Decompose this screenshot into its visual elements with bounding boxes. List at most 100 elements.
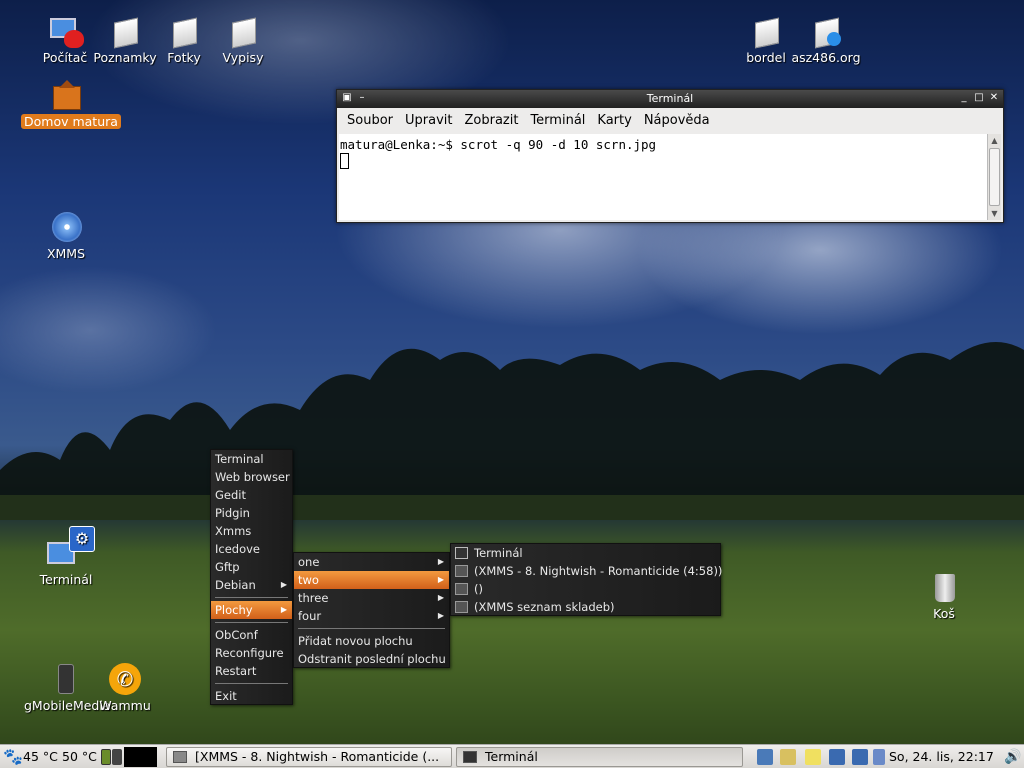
desktop-one[interactable]: one ▶ (294, 553, 449, 571)
update-icon[interactable] (757, 749, 773, 765)
terminal-titlebar[interactable]: ▣ – Terminál _ □ ✕ (337, 90, 1003, 108)
taskbar: 🐾 45 °C 50 °C [XMMS - 8. Nightwish - Rom… (0, 744, 1024, 768)
xmms-window-icon (173, 751, 187, 763)
gpu-temperature: 50 °C (62, 749, 97, 764)
root-menu: Terminal Web browser Gedit Pidgin Xmms I… (210, 449, 293, 705)
menu-item-terminal[interactable]: Terminal (211, 450, 292, 468)
task-label: Terminál (485, 749, 538, 764)
phone-icon (49, 662, 83, 696)
prompt-line: matura@Lenka:~$ scrot -q 90 -d 10 scrn.j… (340, 137, 657, 152)
menu-item-exit[interactable]: Exit (211, 687, 292, 705)
menu-item-label: Terminál (474, 546, 523, 560)
cpu-monitor-graph[interactable] (124, 747, 157, 767)
menu-item-pidgin[interactable]: Pidgin (211, 504, 292, 522)
menu-item-label: Plochy (215, 603, 253, 617)
desktop-icon-wammu[interactable]: ✆ Wammu (80, 662, 170, 713)
terminal-window[interactable]: ▣ – Terminál _ □ ✕ Soubor Upravit Zobraz… (336, 89, 1004, 223)
window-item-terminal[interactable]: Terminál (451, 544, 720, 562)
minimize-icon[interactable]: _ (957, 91, 971, 105)
add-desktop-item[interactable]: Přidat novou plochu (294, 632, 449, 650)
volume-icon[interactable]: 🔊 (1004, 745, 1021, 768)
menu-item-reconfigure[interactable]: Reconfigure (211, 644, 292, 662)
home-folder-icon (49, 78, 83, 112)
desktop-icon-asz[interactable]: asz486.org (781, 14, 871, 65)
desktop-icon-domov[interactable]: Domov matura (21, 78, 121, 129)
folder-icon (749, 14, 783, 49)
menu-item-obconf[interactable]: ObConf (211, 626, 292, 644)
desktop-icon-trash[interactable]: Koš (899, 570, 989, 621)
terminal-output[interactable]: matura@Lenka:~$ scrot -q 90 -d 10 scrn.j… (339, 134, 987, 220)
menu-separator (211, 619, 292, 626)
system-monitor-graph[interactable] (112, 749, 122, 765)
desktop-icon-vypisy[interactable]: Vypisy (198, 14, 288, 65)
close-icon[interactable]: ✕ (987, 91, 1001, 105)
scroll-thumb[interactable] (989, 148, 1000, 206)
web-folder-icon (809, 14, 843, 49)
desktop-two[interactable]: two ▶ (294, 571, 449, 589)
maximize-icon[interactable]: □ (972, 91, 986, 105)
menu-terminal[interactable]: Terminál (524, 113, 591, 128)
window-item-xmms[interactable]: (XMMS - 8. Nightwish - Romanticide (4:58… (451, 562, 723, 580)
window-item-empty[interactable]: () (451, 580, 720, 598)
menu-item-plochy[interactable]: Plochy ▶ (211, 601, 292, 619)
menu-upravit[interactable]: Upravit (399, 113, 458, 128)
folder-icon (108, 14, 142, 49)
menu-item-label: two (298, 573, 319, 587)
battery-icon[interactable] (101, 749, 111, 765)
menu-item-gftp[interactable]: Gftp (211, 558, 292, 576)
menu-separator (294, 625, 449, 632)
menu-item-label: one (298, 555, 320, 569)
submenu-arrow-icon: ▶ (280, 605, 287, 614)
menu-item-label: () (474, 582, 483, 596)
network-icon-2[interactable] (852, 749, 868, 765)
terminal-icon (455, 547, 468, 559)
terminal-scrollbar[interactable]: ▲ ▼ (987, 134, 1001, 220)
menu-item-xmms[interactable]: Xmms (211, 522, 292, 540)
menu-item-label: four (298, 609, 322, 623)
wammu-phone-icon: ✆ (108, 662, 142, 696)
terminal-icon (463, 751, 477, 763)
menu-item-label: (XMMS seznam skladeb) (474, 600, 615, 614)
network-icon[interactable] (829, 749, 845, 765)
menu-napoveda[interactable]: Nápověda (638, 113, 716, 128)
settings-terminal-icon: ⚙ (41, 526, 95, 570)
window-icon (455, 583, 468, 595)
menu-item-web-browser[interactable]: Web browser (211, 468, 292, 486)
clipboard-icon[interactable] (780, 749, 796, 765)
desktops-submenu: one ▶ two ▶ three ▶ four ▶ Přidat novou ploc… (293, 552, 450, 668)
menu-zobrazit[interactable]: Zobrazit (458, 113, 524, 128)
bluetooth-icon[interactable] (873, 749, 885, 765)
menu-separator (211, 594, 292, 601)
scroll-down-icon[interactable]: ▼ (988, 207, 1001, 220)
menu-separator (211, 680, 292, 687)
xmms-window-icon (455, 601, 468, 613)
desktop-icon-xmms[interactable]: XMMS (21, 210, 111, 261)
menu-item-debian[interactable]: Debian ▶ (211, 576, 292, 594)
trash-icon (927, 570, 961, 604)
menu-item-label: three (298, 591, 329, 605)
menu-item-icedove[interactable]: Icedove (211, 540, 292, 558)
task-terminal[interactable]: Terminál (456, 747, 743, 767)
task-label: [XMMS - 8. Nightwish - Romanticide (... (195, 749, 440, 764)
menu-soubor[interactable]: Soubor (341, 113, 399, 128)
desktop-three[interactable]: three ▶ (294, 589, 449, 607)
remove-desktop-item[interactable]: Odstranit poslední plochu (294, 650, 449, 668)
submenu-arrow-icon: ▶ (437, 575, 444, 584)
foot-menu-icon[interactable]: 🐾 (3, 745, 23, 768)
desktop-four[interactable]: four ▶ (294, 607, 449, 625)
text-cursor (340, 153, 349, 169)
xmms-window-icon (455, 565, 468, 577)
menu-item-restart[interactable]: Restart (211, 662, 292, 680)
menu-item-gedit[interactable]: Gedit (211, 486, 292, 504)
menu-karty[interactable]: Karty (591, 113, 637, 128)
desktop-icon-terminal[interactable]: ⚙ Terminál (21, 526, 111, 587)
window-title: Terminál (646, 92, 694, 105)
task-xmms[interactable]: [XMMS - 8. Nightwish - Romanticide (... (166, 747, 452, 767)
scroll-up-icon[interactable]: ▲ (988, 134, 1001, 147)
terminal-menubar: Soubor Upravit Zobrazit Terminál Karty N… (337, 108, 1003, 132)
notes-icon[interactable] (805, 749, 821, 765)
clock[interactable]: So, 24. lis, 22:17 (889, 745, 994, 768)
window-item-xmms-playlist[interactable]: (XMMS seznam skladeb) (451, 598, 720, 616)
menu-item-label: (XMMS - 8. Nightwish - Romanticide (4:58… (474, 564, 723, 578)
submenu-arrow-icon: ▶ (437, 593, 444, 602)
